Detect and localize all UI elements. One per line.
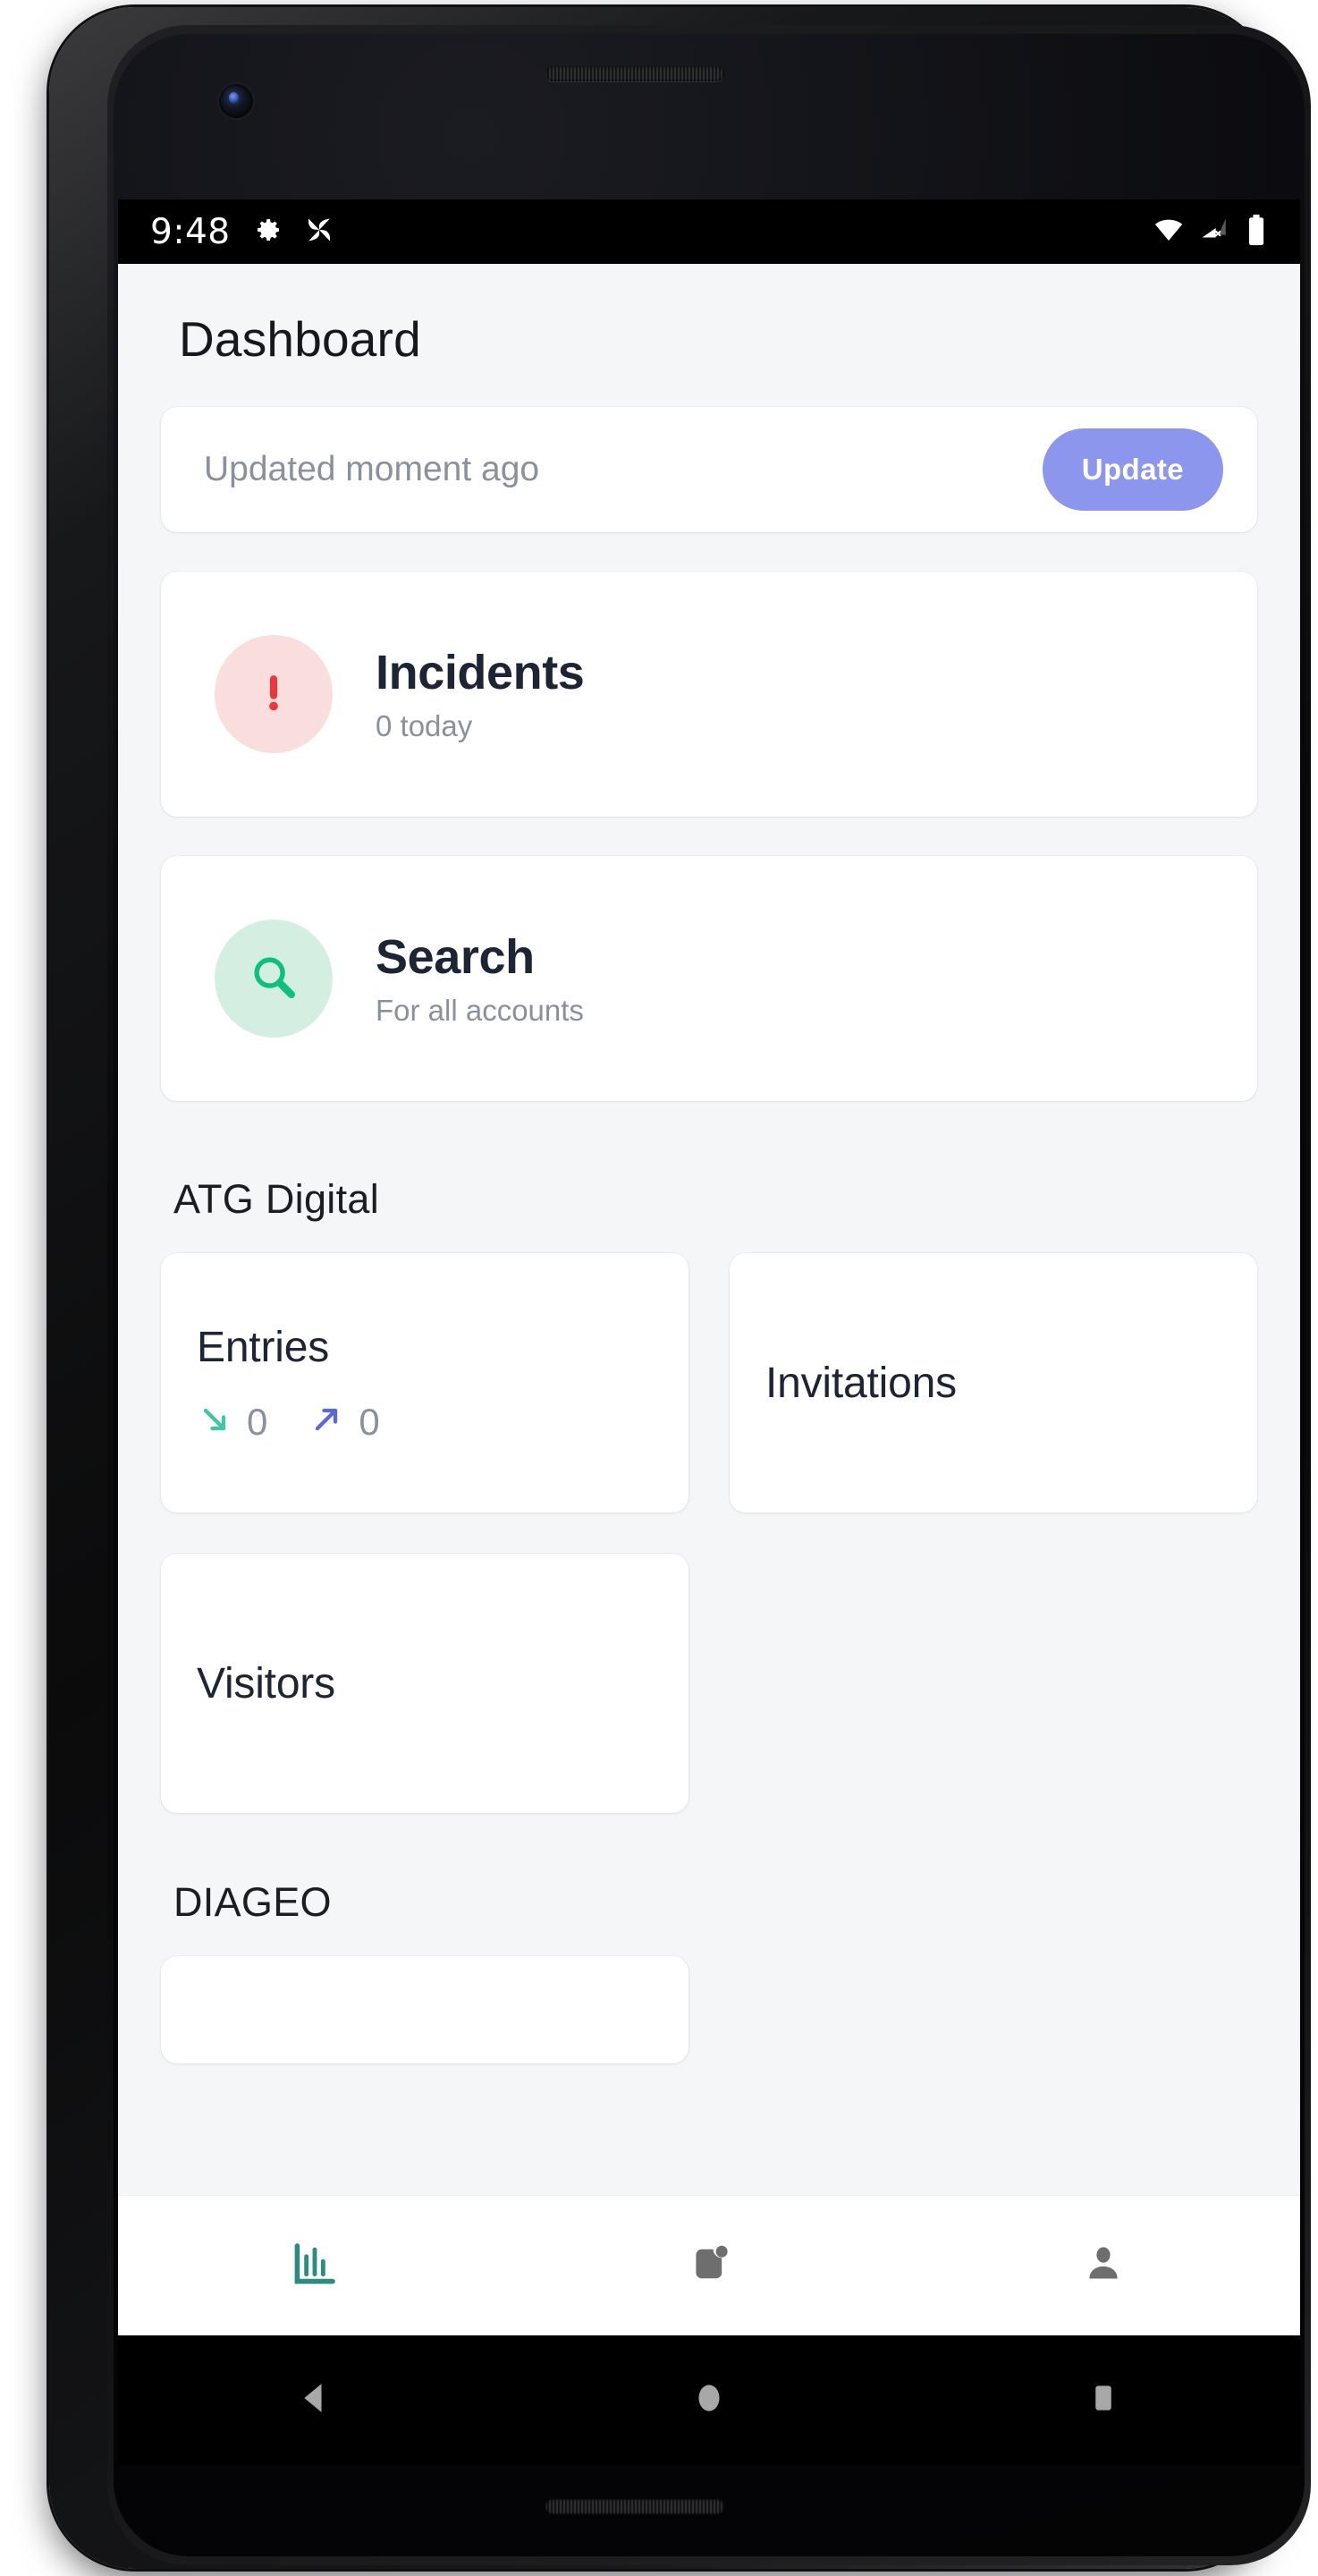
tile-invitations-title: Invitations [765, 1359, 957, 1407]
recents-button[interactable] [906, 2379, 1300, 2421]
android-navigation-bar [118, 2335, 1300, 2465]
phone-frame: 9:48 Dashboard Updated moment ago Update… [49, 7, 1311, 2569]
arrow-down-right-icon [197, 1402, 232, 1442]
front-camera [219, 84, 253, 118]
home-circle-icon [689, 2378, 729, 2422]
entries-in-value: 0 [247, 1400, 268, 1443]
recents-square-icon [1085, 2379, 1122, 2421]
search-title: Search [376, 930, 535, 984]
tile-visitors[interactable]: Visitors [161, 1554, 689, 1813]
search-card[interactable]: Search For all accounts [161, 856, 1257, 1101]
app-scroll-body[interactable]: Dashboard Updated moment ago Update Inci… [118, 264, 1300, 2195]
bottom-speaker [545, 2499, 724, 2514]
back-triangle-icon [292, 2376, 337, 2425]
status-right-icon-group [1153, 214, 1268, 250]
nav-item-devices[interactable] [512, 2196, 907, 2335]
nav-item-profile[interactable] [906, 2196, 1300, 2335]
person-icon [1080, 2241, 1127, 2292]
gear-icon [254, 216, 283, 249]
atg-digital-tile-grid: Entries 0 0 Invitations Visitors [118, 1223, 1300, 1813]
entries-in-stat: 0 [197, 1401, 267, 1444]
section-header-atg-digital: ATG Digital [173, 1176, 380, 1222]
update-card: Updated moment ago Update [161, 407, 1257, 532]
incidents-subtitle: 0 today [376, 709, 473, 742]
home-button[interactable] [512, 2378, 907, 2422]
entries-out-stat: 0 [308, 1400, 380, 1444]
cellular-no-sim-icon [1199, 215, 1229, 250]
battery-full-icon [1245, 214, 1268, 250]
wifi-icon [1153, 215, 1184, 250]
device-badge-icon [687, 2241, 731, 2291]
tile-entries-title: Entries [197, 1323, 329, 1371]
tile-invitations[interactable]: Invitations [730, 1253, 1257, 1513]
tile-entries[interactable]: Entries 0 0 [161, 1253, 689, 1513]
magnifier-icon [246, 949, 301, 1009]
earpiece-speaker [545, 66, 724, 81]
phone-screen: 9:48 Dashboard Updated moment ago Update… [118, 199, 1300, 2335]
tile-visitors-title: Visitors [197, 1659, 335, 1707]
diageo-tile-grid [118, 1926, 1300, 2063]
update-status-text: Updated moment ago [204, 450, 540, 488]
status-bar: 9:48 [118, 199, 1300, 264]
phone-glass: 9:48 Dashboard Updated moment ago Update… [114, 34, 1305, 2556]
bar-chart-icon [290, 2239, 340, 2293]
tile-entries-stats: 0 0 [197, 1401, 689, 1444]
back-button[interactable] [118, 2376, 512, 2425]
pinwheel-icon [304, 215, 334, 250]
incidents-text-group: Incidents 0 today [376, 645, 585, 743]
page-title: Dashboard [179, 311, 421, 367]
incidents-card[interactable]: Incidents 0 today [161, 572, 1257, 817]
nav-item-dashboard[interactable] [118, 2196, 512, 2335]
search-text-group: Search For all accounts [376, 929, 584, 1028]
incidents-title: Incidents [376, 646, 585, 699]
exclamation-icon [248, 666, 300, 723]
tile-diageo-partial[interactable] [161, 1956, 689, 2063]
arrow-up-right-icon [308, 1402, 344, 1442]
search-subtitle: For all accounts [376, 994, 584, 1027]
section-header-diageo: DIAGEO [173, 1879, 332, 1925]
incidents-badge [215, 635, 333, 753]
entries-out-value: 0 [359, 1400, 380, 1443]
bottom-nav-bar [118, 2195, 1300, 2335]
status-clock: 9:48 [150, 211, 231, 252]
search-badge [215, 919, 333, 1038]
status-left-icon-group [254, 215, 334, 250]
update-button[interactable]: Update [1042, 428, 1223, 511]
